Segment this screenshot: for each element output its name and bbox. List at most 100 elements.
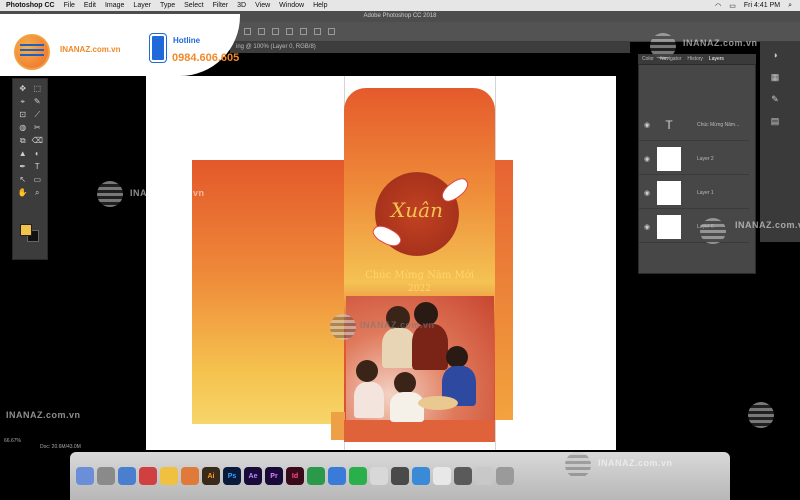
color-panel-icon[interactable]: ◑ bbox=[770, 50, 780, 60]
layer-thumbnail bbox=[657, 147, 681, 171]
app-icon[interactable] bbox=[349, 467, 367, 485]
visibility-eye-icon[interactable]: ◉ bbox=[644, 121, 650, 129]
zoom-tool-icon[interactable]: ⌕ bbox=[31, 187, 45, 199]
layer-row[interactable]: ◉ Layer 0 bbox=[639, 211, 749, 243]
option-button[interactable] bbox=[244, 28, 251, 35]
hand-tool-icon[interactable]: ✋ bbox=[16, 187, 30, 199]
library-panel-icon[interactable]: ▤ bbox=[770, 116, 780, 126]
menu-file[interactable]: File bbox=[64, 2, 75, 9]
type-tool-icon[interactable]: T bbox=[31, 161, 45, 173]
foreground-color-swatch[interactable] bbox=[20, 224, 32, 236]
shape-tool-icon[interactable]: ▭ bbox=[31, 174, 45, 186]
menu-edit[interactable]: Edit bbox=[84, 2, 96, 9]
selection-tool-icon[interactable]: ↖ bbox=[16, 174, 30, 186]
lasso-tool-icon[interactable]: ⌖ bbox=[16, 96, 30, 108]
app-icon[interactable] bbox=[433, 467, 451, 485]
envelope-back-panel bbox=[192, 160, 344, 424]
person-head bbox=[394, 372, 416, 394]
panel-icon-strip bbox=[760, 42, 800, 242]
eyedropper-tool-icon[interactable]: ⟋ bbox=[31, 109, 45, 121]
inanaz-logo-icon bbox=[14, 34, 50, 70]
hotline-number[interactable]: 0984.606.605 bbox=[172, 52, 239, 64]
app-icon[interactable] bbox=[370, 467, 388, 485]
wifi-icon[interactable]: ◠ bbox=[715, 2, 721, 10]
menu-filter[interactable]: Filter bbox=[213, 2, 229, 9]
option-button[interactable] bbox=[328, 28, 335, 35]
photos-icon[interactable] bbox=[181, 467, 199, 485]
menu-view[interactable]: View bbox=[255, 2, 270, 9]
brush-panel-icon[interactable]: ✎ bbox=[770, 94, 780, 104]
option-button[interactable] bbox=[258, 28, 265, 35]
after-effects-icon[interactable]: Ae bbox=[244, 467, 262, 485]
battery-icon[interactable]: ▭ bbox=[729, 2, 736, 10]
move-tool-icon[interactable]: ✥ bbox=[16, 83, 30, 95]
visibility-eye-icon[interactable]: ◉ bbox=[644, 223, 650, 231]
watermark-text: INANAZ.com.vn bbox=[683, 38, 758, 48]
menu-type[interactable]: Type bbox=[160, 2, 175, 9]
crop-tool-icon[interactable]: ⊡ bbox=[16, 109, 30, 121]
layers-panel: ◉ T Chúc Mừng Năm... ◉ Layer 2 ◉ Layer 1… bbox=[638, 64, 756, 274]
table bbox=[418, 396, 458, 410]
calendar-icon[interactable] bbox=[139, 467, 157, 485]
dodge-tool-icon[interactable]: ◐ bbox=[31, 148, 45, 160]
clock[interactable]: Fri 4:41 PM bbox=[744, 2, 780, 9]
app-icon[interactable] bbox=[454, 467, 472, 485]
option-button[interactable] bbox=[272, 28, 279, 35]
zoom-level: 66.67% bbox=[4, 438, 21, 444]
menu-3d[interactable]: 3D bbox=[237, 2, 246, 9]
person-body bbox=[412, 324, 448, 370]
app-icon[interactable] bbox=[391, 467, 409, 485]
menu-app-name[interactable]: Photoshop CC bbox=[6, 2, 55, 9]
slice-tool-icon[interactable]: ✂ bbox=[31, 122, 45, 134]
option-button[interactable] bbox=[314, 28, 321, 35]
brush-tool-icon[interactable]: ✎ bbox=[31, 96, 45, 108]
layer-row[interactable]: ◉ T Chúc Mừng Năm... bbox=[639, 109, 749, 141]
menu-image[interactable]: Image bbox=[105, 2, 124, 9]
safari-icon[interactable] bbox=[118, 467, 136, 485]
clone-tool-icon[interactable]: ⧉ bbox=[16, 135, 30, 147]
tab-color[interactable]: Color bbox=[642, 56, 654, 62]
tab-layers[interactable]: Layers bbox=[709, 56, 724, 62]
app-icon[interactable] bbox=[307, 467, 325, 485]
watermark-logo-icon bbox=[650, 33, 676, 59]
document-tab[interactable]: ing @ 100% (Layer 0, RGB/8) bbox=[230, 42, 630, 53]
menu-select[interactable]: Select bbox=[184, 2, 203, 9]
app-icon[interactable] bbox=[412, 467, 430, 485]
logo-stripes bbox=[20, 44, 44, 46]
visibility-eye-icon[interactable]: ◉ bbox=[644, 155, 650, 163]
search-icon[interactable]: ⌕ bbox=[788, 2, 792, 10]
watermark-text: INANAZ.com.vn bbox=[360, 320, 435, 330]
marquee-tool-icon[interactable]: ⬚ bbox=[31, 83, 45, 95]
eraser-tool-icon[interactable]: ⌫ bbox=[31, 135, 45, 147]
watermark-logo-icon bbox=[700, 218, 726, 244]
launchpad-icon[interactable] bbox=[97, 467, 115, 485]
menu-layer[interactable]: Layer bbox=[133, 2, 151, 9]
photoshop-icon[interactable]: Ps bbox=[223, 467, 241, 485]
watermark-logo-icon bbox=[330, 314, 356, 340]
illustrator-icon[interactable]: Ai bbox=[202, 467, 220, 485]
layer-name: Layer 1 bbox=[697, 190, 714, 196]
app-icon[interactable] bbox=[328, 467, 346, 485]
healing-tool-icon[interactable]: ◍ bbox=[16, 122, 30, 134]
premiere-icon[interactable]: Pr bbox=[265, 467, 283, 485]
envelope-bottom-flap bbox=[344, 420, 495, 442]
app-icon[interactable] bbox=[475, 467, 493, 485]
indesign-icon[interactable]: Id bbox=[286, 467, 304, 485]
finder-icon[interactable] bbox=[76, 467, 94, 485]
trash-icon[interactable] bbox=[496, 467, 514, 485]
adjust-panel-icon[interactable]: ▦ bbox=[770, 72, 780, 82]
menu-help[interactable]: Help bbox=[313, 2, 327, 9]
visibility-eye-icon[interactable]: ◉ bbox=[644, 189, 650, 197]
notes-icon[interactable] bbox=[160, 467, 178, 485]
layer-row[interactable]: ◉ Layer 1 bbox=[639, 177, 749, 209]
menu-window[interactable]: Window bbox=[279, 2, 304, 9]
layer-row[interactable]: ◉ Layer 2 bbox=[639, 143, 749, 175]
tab-history[interactable]: History bbox=[687, 56, 703, 62]
hotline-label: Hotline bbox=[173, 36, 201, 45]
option-button[interactable] bbox=[286, 28, 293, 35]
envelope-side-flap bbox=[495, 160, 513, 420]
pen-tool-icon[interactable]: ✒ bbox=[16, 161, 30, 173]
sharpen-tool-icon[interactable]: ▲ bbox=[16, 148, 30, 160]
option-button[interactable] bbox=[300, 28, 307, 35]
watermark-text: INANAZ.com.vn bbox=[598, 458, 673, 468]
